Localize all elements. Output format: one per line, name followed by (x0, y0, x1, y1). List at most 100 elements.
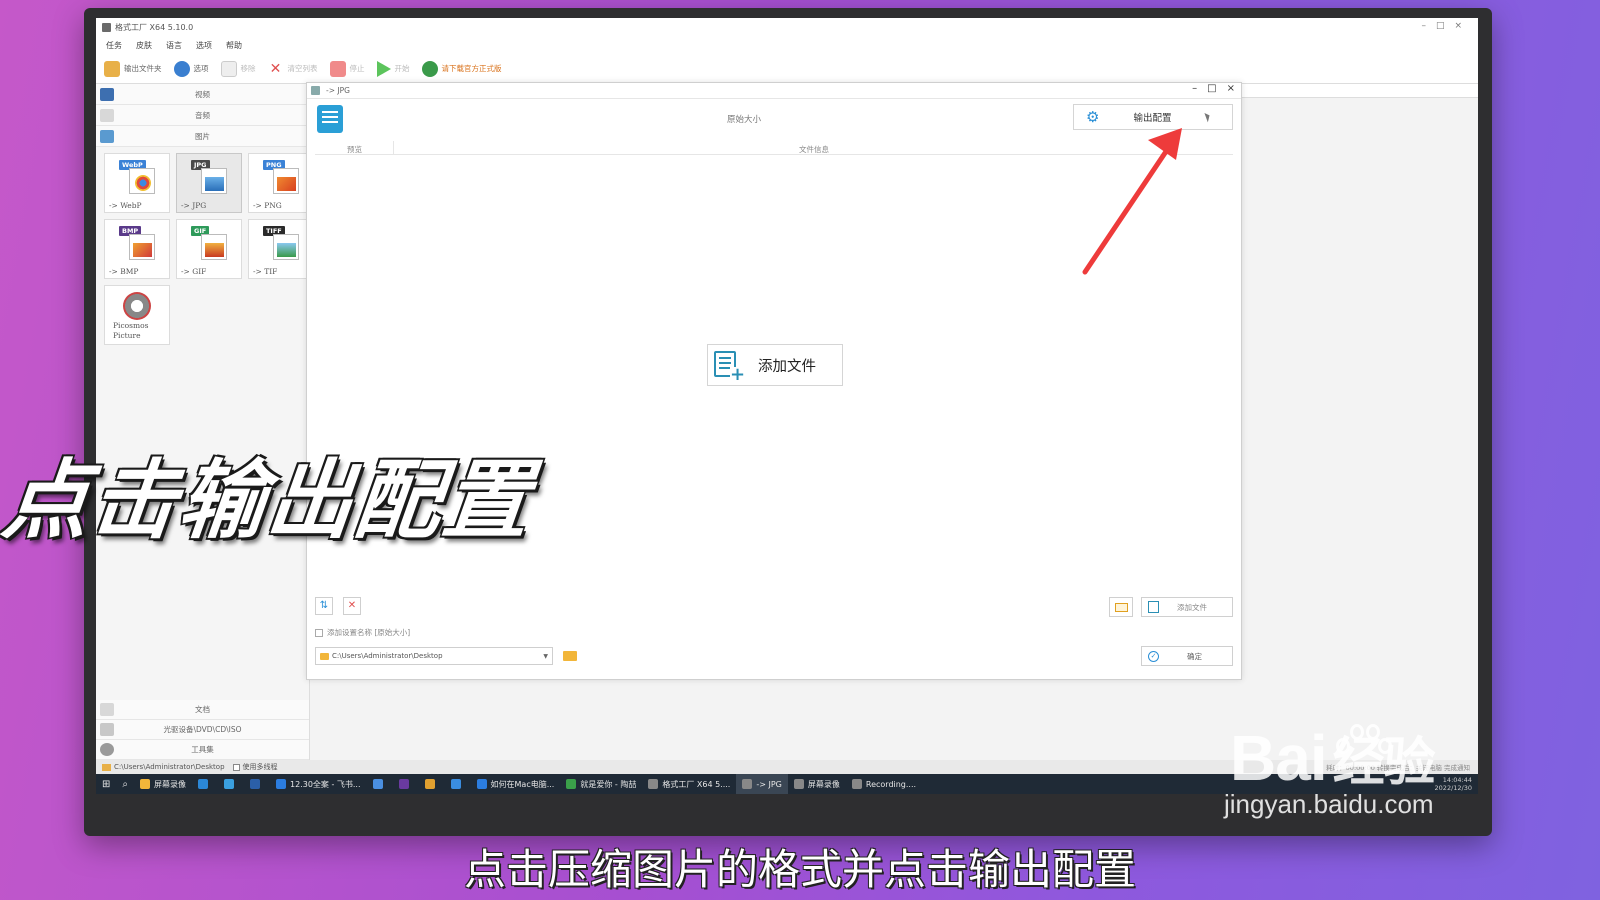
app-titlebar: 格式工厂 X64 5.10.0 –□× (96, 18, 1478, 36)
dialog-header: 原始大小 ⚙ 输出配置 (307, 99, 1241, 139)
taskbar-item[interactable] (218, 774, 244, 794)
checkbox-icon (315, 629, 323, 637)
taskbar-item[interactable]: 格式工厂 X64 5.... (642, 774, 736, 794)
minimize-icon[interactable]: – (1192, 83, 1197, 94)
window-controls[interactable]: –□× (1421, 21, 1472, 31)
dialog-footer: ⇅ ✕ 添加设置名称 [原始大小] C:\Users\Administrator… (307, 589, 1241, 679)
app-icon (398, 779, 409, 789)
options-icon (173, 60, 190, 77)
multithread-checkbox[interactable] (232, 763, 240, 771)
format-tile-bmp[interactable]: BMP -> BMP (104, 219, 170, 279)
format-tile-webp[interactable]: WebP -> WebP (104, 153, 170, 213)
add-file-button[interactable]: + 添加文件 (707, 344, 843, 386)
menu-skin[interactable]: 皮肤 (136, 40, 152, 51)
add-setting-name-checkbox[interactable]: 添加设置名称 [原始大小] (315, 627, 410, 638)
app-icon (424, 779, 435, 789)
taskbar-item[interactable] (419, 774, 445, 794)
output-config-button[interactable]: ⚙ 输出配置 (1073, 104, 1233, 130)
folder-icon (1115, 603, 1128, 612)
jpg-conversion-dialog: -> JPG – □ × 原始大小 ⚙ 输出配置 预览 文件信息 + 添加文件 … (306, 82, 1242, 680)
category-disc[interactable]: 光驱设备\DVD\CD\ISO (96, 720, 309, 740)
add-file-small-button[interactable]: 添加文件 (1141, 597, 1233, 617)
watermark-url: jingyan.baidu.com (1224, 789, 1434, 819)
taskbar-item[interactable]: 就是爱你 - 陶喆 (560, 774, 642, 794)
category-tools[interactable]: 工具集 (96, 740, 309, 760)
chevron-down-icon: ▼ (543, 653, 548, 660)
file-list-header: 预览 文件信息 (315, 141, 1233, 155)
system-tray: 14:04:44 2022/12/30 (1434, 776, 1472, 792)
app-icon (224, 779, 234, 789)
app-icon (250, 779, 260, 789)
stop-button[interactable]: 停止 (329, 60, 365, 77)
app-icon (198, 779, 208, 789)
category-audio[interactable]: 音频 (96, 105, 309, 126)
png-file-icon (273, 168, 299, 194)
format-tile-tif[interactable]: TIFF -> TIF (248, 219, 314, 279)
taskbar-search[interactable]: ⌕ (116, 774, 134, 794)
folder-icon (104, 60, 120, 77)
folder-icon (320, 652, 329, 660)
dialog-app-icon (311, 86, 320, 95)
gear-icon: ⚙ (1086, 108, 1100, 126)
bmp-file-icon (129, 234, 155, 260)
app-icon (742, 779, 753, 789)
taskbar-item[interactable] (367, 774, 393, 794)
maximize-icon[interactable]: □ (1207, 83, 1216, 94)
format-tiles: WebP -> WebP JPG -> JPG PNG -> PNG BMP -… (96, 147, 314, 351)
picosmos-icon (123, 292, 151, 320)
app-title: 格式工厂 X64 5.10.0 (115, 22, 194, 32)
format-tile-jpg[interactable]: JPG -> JPG (176, 153, 242, 213)
folder-icon (563, 651, 577, 661)
globe-icon (421, 60, 438, 77)
play-icon (376, 60, 391, 77)
taskbar-item[interactable] (393, 774, 419, 794)
delete-icon: ✕ (347, 600, 357, 611)
overlay-caption: 点击输出配置 (0, 451, 537, 551)
menu-task[interactable]: 任务 (106, 40, 122, 51)
options-button[interactable]: 选项 (173, 60, 209, 77)
output-path-select[interactable]: C:\Users\Administrator\Desktop ▼ (315, 647, 553, 665)
windows-icon: ⊞ (102, 778, 111, 790)
tif-file-icon (273, 234, 299, 260)
taskbar-item[interactable] (244, 774, 270, 794)
taskbar-item[interactable] (192, 774, 218, 794)
webp-file-icon (129, 168, 155, 194)
close-icon[interactable]: × (1227, 83, 1235, 94)
category-video[interactable]: 视频 (96, 84, 309, 105)
video-subtitle: 点击压缩图片的格式并点击输出配置 (463, 845, 1136, 894)
stop-icon (329, 60, 346, 77)
taskbar-item[interactable]: 屏幕录像 (788, 774, 846, 794)
toolbar: 输出文件夹 选项 移除 ✕ 清空列表 停止 开始 请下载官方正式版 (96, 54, 1478, 84)
app-icon (648, 779, 659, 789)
taskbar-item[interactable]: 12.30全案 - 飞书... (270, 774, 367, 794)
ok-button[interactable]: ✓ 确定 (1141, 646, 1233, 666)
taskbar-item[interactable]: -> JPG (736, 774, 788, 794)
download-official-link[interactable]: 请下载官方正式版 (421, 60, 502, 77)
category-document[interactable]: 文档 (96, 700, 309, 720)
mouse-cursor-icon (1204, 111, 1212, 123)
format-tile-png[interactable]: PNG -> PNG (248, 153, 314, 213)
remove-button[interactable]: 移除 (220, 60, 256, 77)
column-file-info: 文件信息 (799, 145, 829, 154)
menu-help[interactable]: 帮助 (226, 40, 242, 51)
start-button[interactable]: ⊞ (96, 774, 116, 794)
add-file-icon (1148, 601, 1159, 613)
format-tile-gif[interactable]: GIF -> GIF (176, 219, 242, 279)
sort-button[interactable]: ⇅ (315, 597, 333, 615)
remove-file-button[interactable]: ✕ (343, 597, 361, 615)
category-image[interactable]: 图片 (96, 126, 309, 147)
clear-list-icon: ✕ (269, 60, 282, 77)
menu-options[interactable]: 选项 (196, 40, 212, 51)
start-button[interactable]: 开始 (376, 60, 410, 77)
taskbar-item[interactable]: 如何在Mac电脑... (471, 774, 561, 794)
taskbar-item[interactable] (445, 774, 471, 794)
open-folder-button[interactable] (1109, 597, 1133, 617)
format-tile-picosmos[interactable]: Picosmos Picture (104, 285, 170, 345)
output-folder-button[interactable]: 输出文件夹 (104, 60, 162, 77)
taskbar-item[interactable]: Recording.... (846, 774, 922, 794)
clear-list-button[interactable]: ✕ 清空列表 (268, 61, 318, 77)
browse-folder-button[interactable] (561, 647, 579, 665)
menu-language[interactable]: 语言 (166, 40, 182, 51)
taskbar-item[interactable]: 屏幕录像 (134, 774, 192, 794)
sidebar-bottom-categories: 文档 光驱设备\DVD\CD\ISO 工具集 (96, 700, 309, 760)
